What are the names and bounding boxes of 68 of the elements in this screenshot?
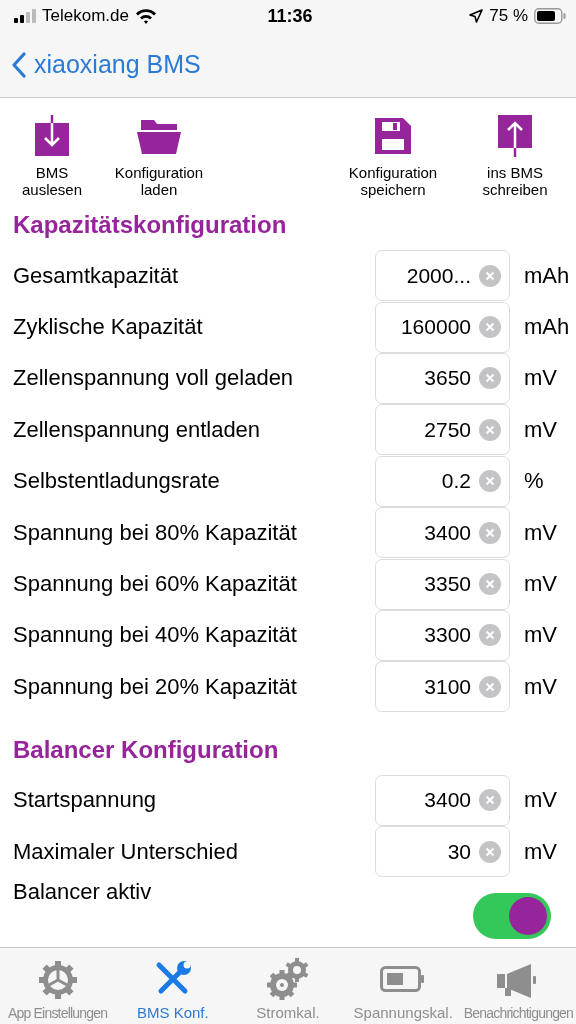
back-chevron-icon [12, 51, 26, 78]
folder-icon [137, 118, 181, 154]
setting-label: Gesamtkapazität [13, 262, 180, 289]
unit-label: mV [523, 622, 558, 649]
unit-label: mV [523, 673, 558, 700]
toggle-switch[interactable] [473, 893, 551, 940]
clear-icon[interactable] [479, 521, 501, 544]
clear-icon[interactable] [479, 840, 501, 863]
download-icon [34, 115, 70, 157]
setting-label: Balancer aktiv [13, 878, 153, 906]
unit-label: mAh [523, 262, 571, 289]
carrier-name: Telekom.de [42, 6, 129, 26]
download-button[interactable]: BMS auslesen [6, 114, 98, 198]
setting-label: Zellenspannung entladen [13, 416, 262, 443]
input-field[interactable]: 3350 [375, 558, 510, 610]
battery-icon [380, 966, 427, 992]
unit-label: mAh [523, 314, 571, 341]
input-field[interactable]: 3400 [375, 774, 510, 826]
clear-icon[interactable] [479, 573, 501, 596]
input-field[interactable]: 2750 [375, 404, 510, 456]
clear-icon[interactable] [479, 675, 501, 698]
unit-label: mV [523, 519, 558, 546]
back-button[interactable]: xiaoxiang BMS [12, 50, 201, 79]
unit-label: mV [523, 838, 558, 865]
input-field[interactable]: 3300 [375, 609, 510, 661]
setting-label: Spannung bei 60% Kapazität [13, 571, 298, 598]
input-field[interactable]: 160000 [375, 301, 510, 353]
setting-label: Selbstentladungsrate [13, 468, 221, 495]
unit-label: % [523, 468, 545, 495]
setting-label: Zyklische Kapazität [13, 314, 204, 341]
unit-label: mV [523, 416, 558, 443]
section-heading: Kapazitätskonfiguration [12, 210, 288, 240]
clear-icon[interactable] [479, 264, 501, 287]
input-field[interactable]: 3400 [375, 507, 510, 559]
setting-label: Spannung bei 20% Kapazität [13, 673, 298, 700]
setting-label: Startspannung [13, 787, 158, 814]
battery-icon [534, 8, 566, 24]
save-button[interactable]: Konfiguration speichern [332, 114, 454, 198]
signal-icon [14, 9, 36, 23]
clear-icon[interactable] [479, 470, 501, 493]
unit-label: mV [523, 787, 558, 814]
gears-icon [265, 957, 311, 1001]
battery-percentage: 75 % [489, 6, 528, 26]
folder-button[interactable]: Konfiguration laden [98, 114, 220, 198]
clear-icon[interactable] [479, 367, 501, 390]
clear-icon[interactable] [479, 789, 501, 812]
wifi-icon [134, 8, 157, 24]
gear-icon [37, 960, 78, 1000]
clear-icon[interactable] [479, 316, 501, 339]
clear-icon[interactable] [479, 624, 501, 647]
section-heading: Balancer Konfiguration [12, 734, 280, 765]
clock-time: 11:36 [267, 5, 313, 27]
setting-label: Spannung bei 40% Kapazität [13, 622, 298, 649]
setting-label: Zellenspannung voll geladen [13, 365, 295, 392]
unit-label: mV [523, 365, 558, 392]
input-field[interactable]: 2000... [375, 250, 510, 302]
input-field[interactable]: 3650 [375, 352, 510, 404]
setting-label: Maximaler Unterschied [13, 838, 239, 865]
input-field[interactable]: 0.2 [375, 455, 510, 507]
tab-button[interactable]: BMS Konf. [115, 948, 231, 1024]
unit-label: mV [523, 571, 558, 598]
upload-icon [497, 115, 533, 157]
clear-icon[interactable] [479, 418, 501, 441]
location-arrow-icon [469, 9, 484, 23]
upload-button[interactable]: ins BMS schreiben [454, 114, 576, 198]
input-field[interactable]: 3100 [375, 661, 510, 713]
setting-label: Spannung bei 80% Kapazität [13, 519, 298, 546]
input-field[interactable]: 30 [375, 826, 510, 878]
